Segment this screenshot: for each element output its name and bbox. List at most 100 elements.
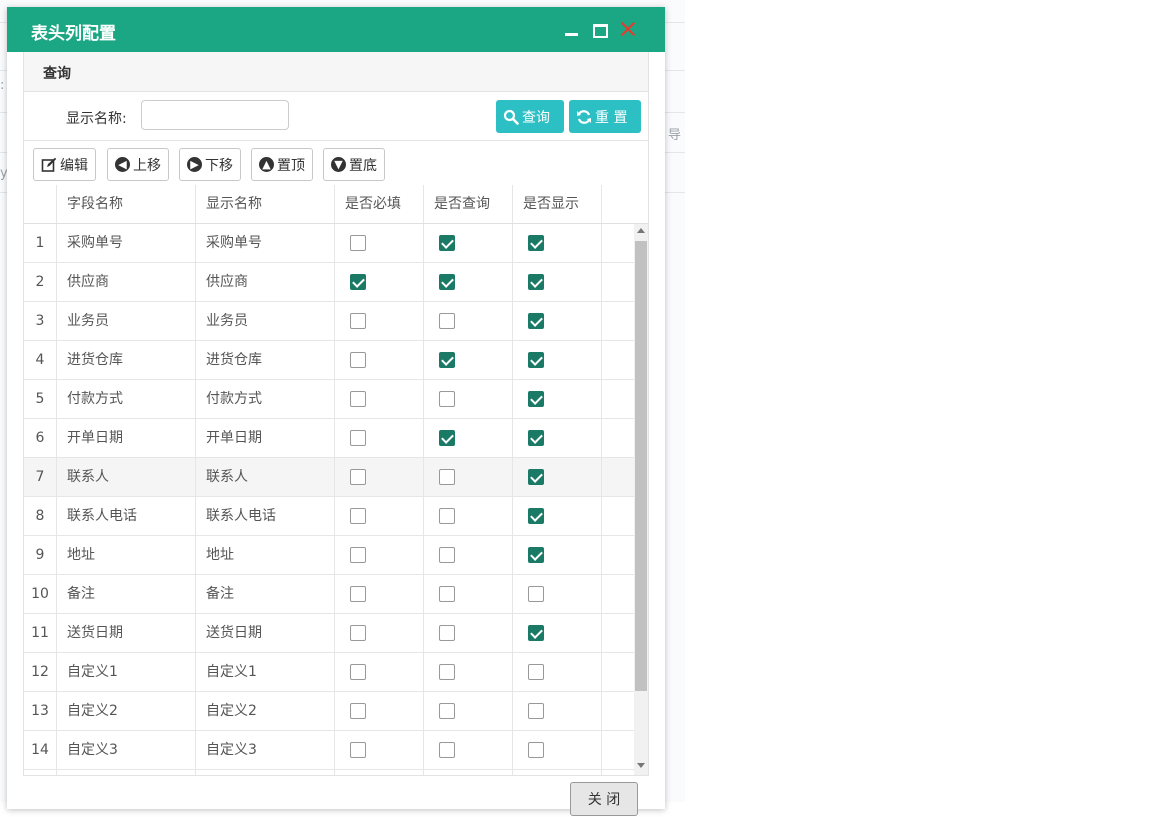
- query-checkbox[interactable]: [439, 274, 455, 290]
- query-checkbox[interactable]: [439, 313, 455, 329]
- table-row[interactable]: [24, 770, 634, 775]
- required-checkbox[interactable]: [350, 742, 366, 758]
- edit-button[interactable]: 编辑: [33, 148, 96, 181]
- query-checkbox[interactable]: [439, 703, 455, 719]
- table-row[interactable]: 10 备注 备注: [24, 575, 634, 614]
- column-header-visible[interactable]: 是否显示: [513, 185, 602, 223]
- display-name-cell[interactable]: 供应商: [196, 263, 335, 301]
- query-checkbox[interactable]: [439, 430, 455, 446]
- required-checkbox[interactable]: [350, 547, 366, 563]
- column-header-field-name[interactable]: 字段名称: [57, 185, 196, 223]
- config-panel: 查询 显示名称: 查询 重 置 编辑 ◀ 上移 ▶ 下移 ▲ 置顶 ▼ 置底 字…: [23, 52, 649, 776]
- minimize-icon[interactable]: [562, 21, 580, 39]
- display-name-cell[interactable]: 进货仓库: [196, 341, 335, 379]
- required-checkbox[interactable]: [350, 508, 366, 524]
- table-row[interactable]: 8 联系人电话 联系人电话: [24, 497, 634, 536]
- table-row[interactable]: 4 进货仓库 进货仓库: [24, 341, 634, 380]
- required-checkbox[interactable]: [350, 625, 366, 641]
- show-cell: [513, 419, 602, 457]
- required-checkbox[interactable]: [350, 391, 366, 407]
- show-checkbox[interactable]: [528, 586, 544, 602]
- show-checkbox[interactable]: [528, 469, 544, 485]
- show-checkbox[interactable]: [528, 235, 544, 251]
- move-top-button[interactable]: ▲ 置顶: [251, 148, 313, 181]
- table-row[interactable]: 6 开单日期 开单日期: [24, 419, 634, 458]
- row-index: 11: [24, 614, 57, 652]
- show-checkbox[interactable]: [528, 352, 544, 368]
- close-icon[interactable]: [619, 20, 637, 38]
- table-row[interactable]: 2 供应商 供应商: [24, 263, 634, 302]
- show-checkbox[interactable]: [528, 430, 544, 446]
- table-row[interactable]: 12 自定义1 自定义1: [24, 653, 634, 692]
- table-row[interactable]: 14 自定义3 自定义3: [24, 731, 634, 770]
- required-checkbox[interactable]: [350, 703, 366, 719]
- query-checkbox[interactable]: [439, 391, 455, 407]
- required-checkbox[interactable]: [350, 430, 366, 446]
- display-name-cell[interactable]: 自定义2: [196, 692, 335, 730]
- table-row[interactable]: 13 自定义2 自定义2: [24, 692, 634, 731]
- query-checkbox[interactable]: [439, 352, 455, 368]
- query-checkbox[interactable]: [439, 625, 455, 641]
- required-checkbox[interactable]: [350, 274, 366, 290]
- query-checkbox[interactable]: [439, 586, 455, 602]
- show-checkbox[interactable]: [528, 274, 544, 290]
- table-row[interactable]: 9 地址 地址: [24, 536, 634, 575]
- display-name-cell[interactable]: 业务员: [196, 302, 335, 340]
- show-checkbox[interactable]: [528, 547, 544, 563]
- show-checkbox[interactable]: [528, 508, 544, 524]
- table-row[interactable]: 1 采购单号 采购单号: [24, 224, 634, 263]
- required-cell: [335, 341, 424, 379]
- query-checkbox[interactable]: [439, 742, 455, 758]
- display-name-cell[interactable]: 开单日期: [196, 419, 335, 457]
- display-name-cell[interactable]: 联系人电话: [196, 497, 335, 535]
- query-checkbox[interactable]: [439, 508, 455, 524]
- maximize-icon[interactable]: [591, 21, 609, 39]
- display-name-cell[interactable]: 地址: [196, 536, 335, 574]
- scroll-down-arrow-icon[interactable]: [634, 759, 648, 773]
- show-checkbox[interactable]: [528, 742, 544, 758]
- table-row[interactable]: 3 业务员 业务员: [24, 302, 634, 341]
- display-name-cell[interactable]: 联系人: [196, 458, 335, 496]
- required-checkbox[interactable]: [350, 352, 366, 368]
- display-name-input[interactable]: [141, 100, 289, 130]
- display-name-cell[interactable]: 备注: [196, 575, 335, 613]
- show-checkbox[interactable]: [528, 313, 544, 329]
- display-name-cell[interactable]: [196, 770, 335, 775]
- display-name-cell[interactable]: 采购单号: [196, 224, 335, 262]
- query-checkbox[interactable]: [439, 469, 455, 485]
- table-row[interactable]: 11 送货日期 送货日期: [24, 614, 634, 653]
- dialog-titlebar[interactable]: 表头列配置: [7, 7, 665, 52]
- query-checkbox[interactable]: [439, 664, 455, 680]
- column-header-display-name[interactable]: 显示名称: [196, 185, 335, 223]
- show-checkbox[interactable]: [528, 391, 544, 407]
- display-name-cell[interactable]: 送货日期: [196, 614, 335, 652]
- row-index: 1: [24, 224, 57, 262]
- column-header-queryable[interactable]: 是否查询: [424, 185, 513, 223]
- table-row[interactable]: 5 付款方式 付款方式: [24, 380, 634, 419]
- show-checkbox[interactable]: [528, 703, 544, 719]
- show-checkbox[interactable]: [528, 625, 544, 641]
- reset-button[interactable]: 重 置: [569, 100, 641, 133]
- row-index: 5: [24, 380, 57, 418]
- required-checkbox[interactable]: [350, 586, 366, 602]
- show-checkbox[interactable]: [528, 664, 544, 680]
- table-row[interactable]: 7 联系人 联系人: [24, 458, 634, 497]
- query-checkbox[interactable]: [439, 235, 455, 251]
- required-checkbox[interactable]: [350, 664, 366, 680]
- move-bottom-button[interactable]: ▼ 置底: [323, 148, 385, 181]
- required-checkbox[interactable]: [350, 313, 366, 329]
- required-checkbox[interactable]: [350, 469, 366, 485]
- close-button[interactable]: 关 闭: [570, 782, 638, 816]
- query-checkbox[interactable]: [439, 547, 455, 563]
- column-header-required[interactable]: 是否必填: [335, 185, 424, 223]
- move-down-button[interactable]: ▶ 下移: [179, 148, 241, 181]
- required-checkbox[interactable]: [350, 235, 366, 251]
- display-name-cell[interactable]: 付款方式: [196, 380, 335, 418]
- move-up-button[interactable]: ◀ 上移: [107, 148, 169, 181]
- scroll-up-arrow-icon[interactable]: [634, 224, 648, 238]
- search-button[interactable]: 查询: [496, 100, 564, 133]
- display-name-cell[interactable]: 自定义3: [196, 731, 335, 769]
- scrollbar-thumb[interactable]: [635, 241, 647, 691]
- table-scrollbar[interactable]: [634, 224, 648, 775]
- display-name-cell[interactable]: 自定义1: [196, 653, 335, 691]
